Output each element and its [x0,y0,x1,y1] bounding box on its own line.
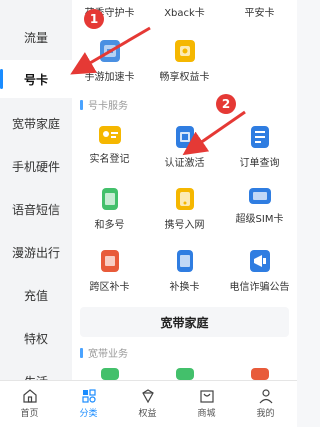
card-item-benefit[interactable]: 畅享权益卡 [147,40,222,96]
benefit-card-icon [174,40,195,62]
broadband-item-router[interactable] [72,368,147,380]
sidebar-item-broadband[interactable]: 宽带家庭 [0,104,72,142]
bottom-tab-bar: 首页 分类 权益 商城 我的 [0,380,297,427]
sidebar-item-privilege[interactable]: 特权 [0,319,72,357]
service-replace-card[interactable]: 补换卡 [147,250,222,306]
service-transfer-number[interactable]: 携号入网 [147,188,222,244]
id-card-icon [98,126,121,144]
card-item-pingan[interactable]: 平安卡 [222,0,297,19]
service-order-query[interactable]: 订单查询 [222,126,297,182]
broadband-banner[interactable]: 宽带家庭 [80,307,289,337]
sidebar-item-roaming[interactable]: 漫游出行 [0,233,72,271]
super-sim-icon [248,188,271,204]
service-super-sim[interactable]: 超级SIM卡 [222,188,297,244]
order-query-icon [250,126,269,148]
main-content: 花季守护卡 Xback卡 平安卡 手游加速卡 畅享权益卡 号卡服务 实名登记 认… [72,0,297,380]
transfer-number-icon [175,188,194,210]
tab-profile[interactable]: 我的 [236,381,295,427]
service-cross-region-card[interactable]: 跨区补卡 [72,250,147,306]
card-item-game-accel[interactable]: 手游加速卡 [72,40,147,96]
service-activate[interactable]: 认证激活 [147,126,222,182]
service-multi-number[interactable]: 和多号 [72,188,147,244]
tab-home[interactable]: 首页 [0,381,59,427]
sidebar-item-hardware[interactable]: 手机硬件 [0,147,72,185]
sim-activate-icon [175,126,194,148]
sidebar-item-voice-sms[interactable]: 语音短信 [0,190,72,228]
tab-mall[interactable]: 商城 [177,381,236,427]
card-item-xback[interactable]: Xback卡 [147,0,222,19]
router-icon [100,368,119,380]
annotation-badge-1: 1 [84,9,104,29]
annotation-badge-2: 2 [216,94,236,114]
home-icon [22,389,37,403]
game-card-icon [99,40,120,62]
mall-icon [199,390,214,403]
wifi-router-icon [250,368,269,380]
sidebar-item-recharge[interactable]: 充值 [0,276,72,314]
replace-card-icon [176,250,193,272]
broadband-item-modem[interactable] [147,368,222,380]
modem-icon [175,368,194,380]
multi-number-icon [101,188,118,210]
category-icon [81,389,96,403]
category-sidebar: 流量 号卡 宽带家庭 手机硬件 语音短信 漫游出行 充值 特权 生活 [0,0,72,380]
service-fraud-notice[interactable]: 电信诈骗公告 [222,250,297,306]
broadband-item-wifi[interactable] [222,368,297,380]
benefits-icon [141,389,154,404]
tab-benefits[interactable]: 权益 [118,381,177,427]
section-header-broadband: 宽带业务 [80,345,128,360]
section-header-card-service: 号卡服务 [80,97,128,112]
fraud-notice-icon [249,250,270,272]
sidebar-item-traffic[interactable]: 流量 [0,18,72,56]
cross-region-card-icon [100,250,119,272]
sidebar-item-life[interactable]: 生活 [0,362,72,381]
sidebar-item-number-card[interactable]: 号卡 [0,60,72,98]
card-item-flower-guard[interactable]: 花季守护卡 [72,0,147,19]
tab-category[interactable]: 分类 [59,381,118,427]
service-real-name[interactable]: 实名登记 [72,126,147,182]
profile-icon [259,389,272,404]
